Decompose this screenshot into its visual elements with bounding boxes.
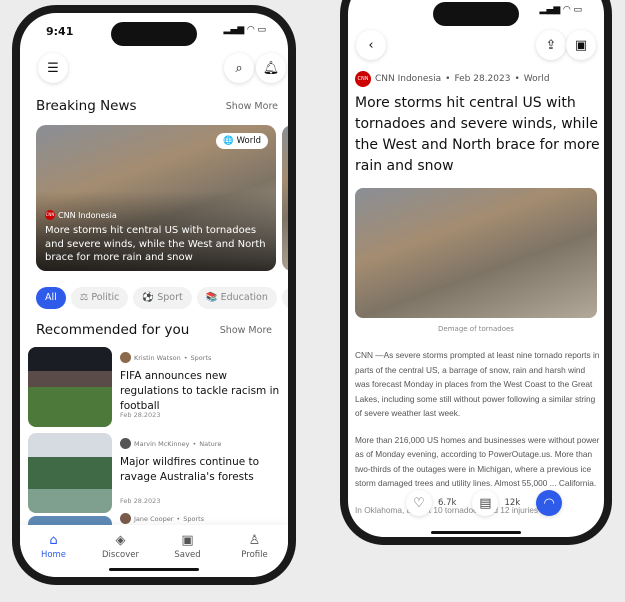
chevron-left-icon: ‹	[368, 37, 374, 53]
cnn-logo: CNN	[355, 71, 371, 87]
search-button[interactable]: ⌕	[224, 53, 254, 83]
breaking-show-more[interactable]: Show More	[226, 101, 278, 112]
next-breaking-card[interactable]	[282, 125, 288, 271]
ball-icon: ⚽	[142, 292, 155, 303]
recommended-title: Recommended for you	[36, 322, 190, 338]
home-indicator	[431, 531, 521, 534]
home-icon: ⌂	[49, 533, 58, 548]
world-badge: 🌐 World	[216, 133, 268, 149]
search-icon: ⌕	[235, 60, 243, 76]
status-icons: ▂▄▆ ◠ ▭	[223, 25, 266, 35]
recommended-show-more[interactable]: Show More	[220, 325, 272, 336]
nav-home[interactable]: ⌂ Home	[29, 533, 79, 577]
nav-profile[interactable]: ♙ Profile	[230, 533, 280, 577]
compass-icon: ◈	[115, 533, 126, 548]
dynamic-island	[111, 22, 197, 46]
bell-icon: 🔔︎	[262, 60, 280, 76]
share-button[interactable]: ⇪	[536, 30, 566, 60]
breaking-news-card[interactable]: 🌐 World CNN CNN Indonesia More storms hit…	[36, 125, 276, 271]
person-icon: ♙	[248, 533, 261, 548]
home-indicator	[109, 568, 199, 571]
scale-icon: ⚖	[79, 292, 89, 303]
like-button[interactable]: ♡	[406, 490, 432, 516]
save-button[interactable]: ▣	[566, 30, 596, 60]
article-image	[355, 188, 597, 318]
chip-education[interactable]: 📚 Education	[196, 286, 277, 309]
status-icons: ▂▄▆ ◠ ▭	[539, 5, 582, 15]
heart-icon: ♡	[413, 495, 425, 511]
action-bar: ♡ 6.7k ▤ 12k ◠	[406, 490, 563, 516]
listen-button[interactable]: ◠	[536, 490, 563, 516]
back-button[interactable]: ‹	[356, 30, 386, 60]
menu-icon: ☰	[47, 60, 59, 76]
status-time: 9:41	[46, 25, 74, 38]
menu-button[interactable]: ☰	[38, 53, 68, 83]
chip-games[interactable]: 🎮Ga	[281, 286, 288, 309]
chip-sport[interactable]: ⚽ Sport	[133, 286, 192, 309]
headphones-icon: ◠	[543, 495, 555, 511]
share-icon: ⇪	[545, 37, 557, 53]
dynamic-island	[433, 2, 519, 26]
list-item[interactable]: Marvin McKinney • Nature Major wildfires…	[28, 433, 278, 513]
list-item[interactable]: Kristin Watson • Sports FIFA announces n…	[28, 347, 279, 427]
article-meta: CNN CNN Indonesia • Feb 28.2023 • World	[355, 71, 550, 87]
image-caption: Demage of tornadoes	[438, 325, 514, 333]
bookmark-icon: ▣	[574, 37, 588, 53]
category-chips: All⚖Politic⚽Sport📚Education 🎮Ga	[36, 285, 288, 309]
books-icon: 📚	[205, 292, 218, 303]
bookmark-icon: ▣	[181, 533, 194, 548]
article-screen: ▂▄▆ ◠ ▭ ‹ ⇪ ▣ CNN CNN Indonesia • Feb 28…	[348, 0, 604, 537]
comment-icon: ▤	[479, 495, 492, 511]
card-headline: More storms hit central US with tornadoe…	[45, 225, 266, 263]
comment-button[interactable]: ▤	[472, 490, 499, 516]
chip-all[interactable]: All	[36, 286, 66, 309]
article-title: More storms hit central US with tornadoe…	[355, 95, 600, 174]
breaking-news-title: Breaking News	[36, 98, 137, 114]
card-source: CNN CNN Indonesia	[45, 210, 117, 220]
home-phone: 9:41 ▂▄▆ ◠ ▭ ☰ ⌕ 🔔︎ Breaking News Show M…	[12, 5, 296, 585]
cnn-logo: CNN	[45, 210, 55, 220]
home-screen: 9:41 ▂▄▆ ◠ ▭ ☰ ⌕ 🔔︎ Breaking News Show M…	[20, 13, 288, 577]
list-item[interactable]: Jane Cooper • Sports	[28, 511, 278, 530]
article-phone: ▂▄▆ ◠ ▭ ‹ ⇪ ▣ CNN CNN Indonesia • Feb 28…	[340, 0, 612, 545]
chip-politic[interactable]: ⚖ Politic	[70, 286, 129, 309]
notifications-button[interactable]: 🔔︎	[256, 53, 286, 83]
